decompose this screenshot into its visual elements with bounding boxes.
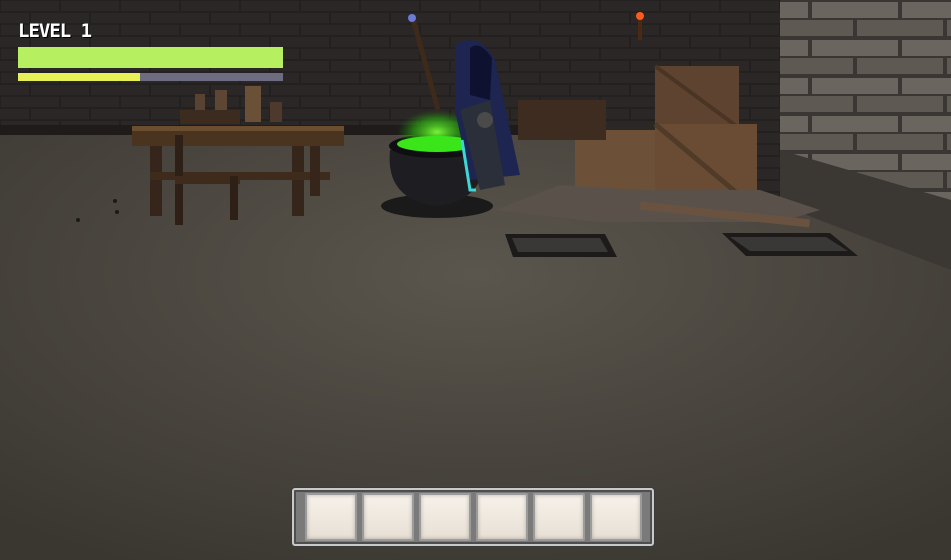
hotbar-slot-2[interactable] bbox=[361, 493, 414, 541]
hotbar-slot-4[interactable] bbox=[475, 493, 528, 541]
hotbar-slot-3[interactable] bbox=[418, 493, 471, 541]
experience-bar bbox=[18, 73, 283, 81]
inventory-hotbar bbox=[292, 488, 654, 546]
level-label: LEVEL 1 bbox=[18, 20, 92, 42]
health-bar-fill bbox=[18, 47, 283, 68]
game-scene bbox=[0, 0, 951, 560]
hotbar-slot-6[interactable] bbox=[589, 493, 642, 541]
experience-bar-fill bbox=[18, 73, 140, 81]
hotbar-slot-5[interactable] bbox=[532, 493, 585, 541]
health-bar bbox=[18, 47, 283, 68]
hotbar-slot-1[interactable] bbox=[304, 493, 357, 541]
